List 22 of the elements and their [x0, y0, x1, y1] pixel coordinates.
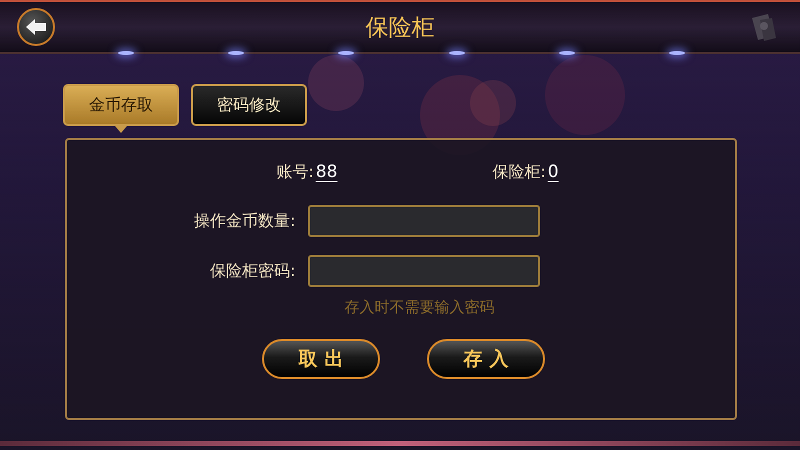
field-label: 操作金币数量:: [193, 210, 296, 232]
safe-balance-label: 保险柜:: [492, 162, 546, 183]
spotlight: [338, 51, 354, 55]
tab[interactable]: 密码修改: [191, 84, 307, 126]
spotlight: [448, 51, 465, 55]
hint-text: 存入时不需要输入密码: [344, 298, 494, 316]
spotlight: [228, 51, 244, 55]
input-field[interactable]: [308, 205, 540, 237]
action-button[interactable]: 取 出: [262, 339, 380, 379]
spotlight: [558, 51, 575, 55]
tab[interactable]: 金币存取: [63, 84, 179, 126]
spotlight: [118, 51, 134, 55]
account-value: 88: [316, 162, 338, 182]
input-field[interactable]: [308, 255, 540, 287]
field-label: 保险柜密码:: [209, 260, 296, 282]
back-arrow-icon: [25, 18, 47, 36]
window-title: 保险柜: [366, 14, 434, 42]
safe-balance-value: 0: [548, 162, 559, 182]
account-label: 账号:: [276, 162, 314, 183]
spotlight: [668, 51, 685, 55]
back-button[interactable]: [17, 8, 55, 46]
action-button[interactable]: 存 入: [427, 339, 545, 379]
